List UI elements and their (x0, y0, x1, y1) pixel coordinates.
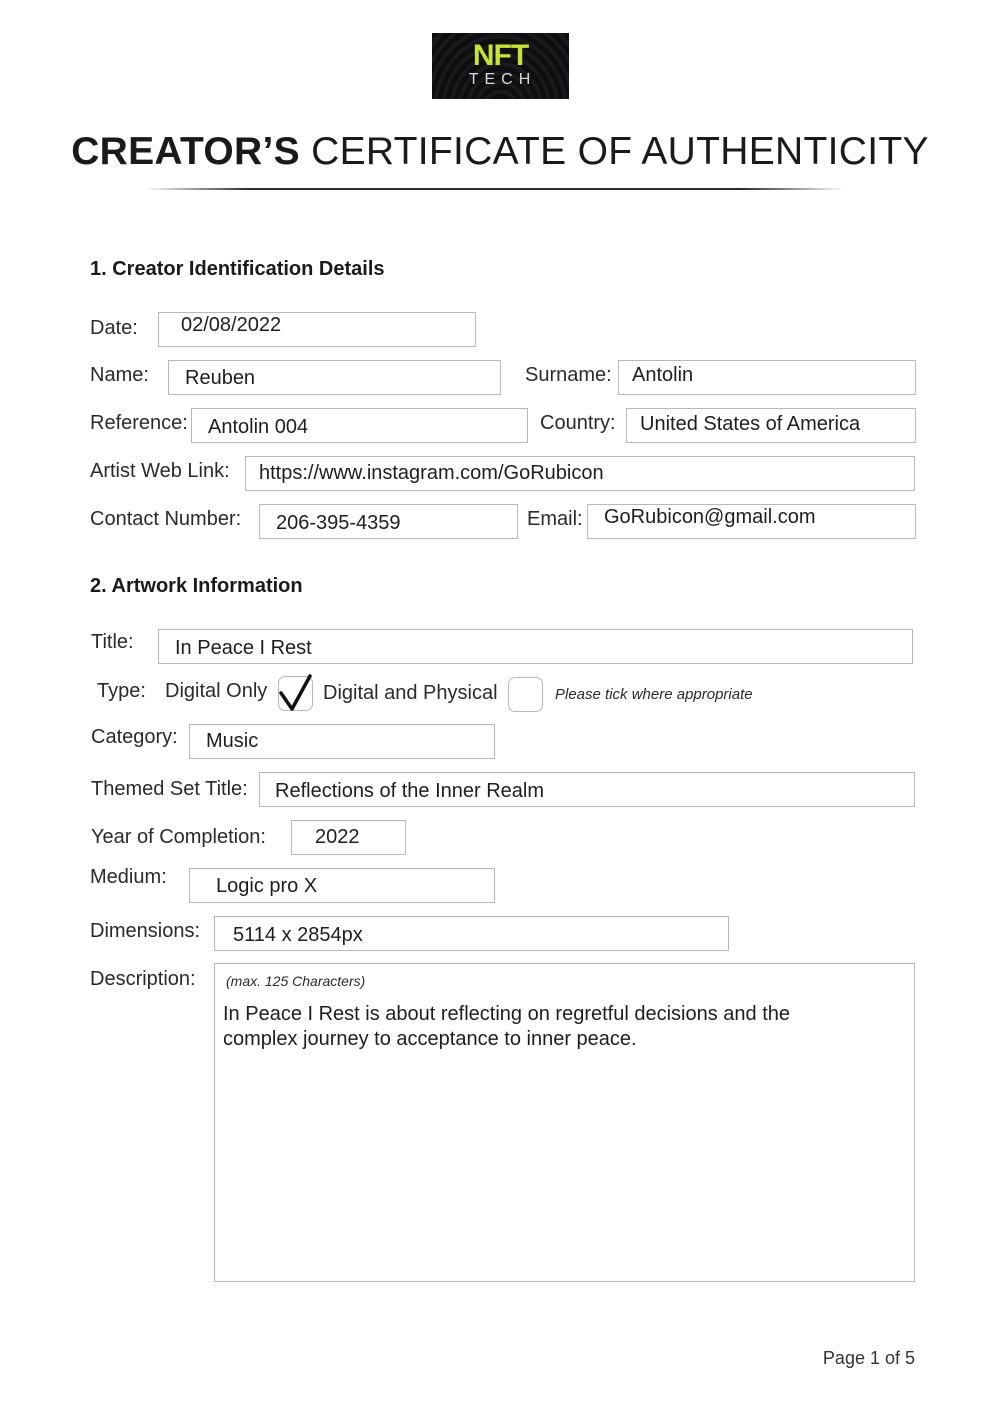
section-heading-artwork: 2. Artwork Information (90, 575, 303, 597)
country-label: Country: (540, 412, 616, 434)
reference-field[interactable]: Antolin 004 (191, 408, 528, 443)
description-textarea[interactable]: (max. 125 Characters) In Peace I Rest is… (214, 963, 915, 1282)
page-title: CREATOR’S CERTIFICATE OF AUTHENTICITY (0, 128, 1000, 176)
title-label: Title: (91, 631, 134, 653)
name-label: Name: (90, 364, 149, 386)
digital-only-checkbox[interactable] (278, 674, 313, 711)
themed-set-title-field[interactable]: Reflections of the Inner Realm (259, 772, 915, 807)
page-title-bold: CREATOR’S (71, 130, 300, 173)
artwork-title-field[interactable]: In Peace I Rest (158, 629, 913, 664)
logo-text-nft: NFT (472, 39, 529, 72)
digital-and-physical-checkbox[interactable] (508, 677, 543, 712)
dimensions-label: Dimensions: (90, 920, 201, 942)
medium-field[interactable]: Logic pro X (189, 868, 495, 903)
surname-label: Surname: (525, 364, 612, 386)
contact-number-label: Contact Number: (90, 508, 242, 530)
logo-text-tech: TECH (468, 71, 537, 88)
category-label: Category: (91, 726, 178, 748)
country-field[interactable]: United States of America (626, 408, 916, 443)
medium-label: Medium: (90, 866, 167, 888)
year-of-completion-field[interactable]: 2022 (291, 820, 406, 855)
date-field[interactable]: 02/08/2022 (158, 312, 476, 347)
category-field[interactable]: Music (189, 724, 495, 759)
year-of-completion-label: Year of Completion: (91, 826, 266, 848)
name-field[interactable]: Reuben (168, 360, 501, 395)
date-label: Date: (90, 317, 138, 339)
nft-tech-logo: NFT TECH (432, 33, 569, 99)
description-hint: (max. 125 Characters) (226, 973, 366, 989)
web-link-label: Artist Web Link: (90, 460, 230, 482)
type-hint: Please tick where appropriate (555, 686, 753, 703)
page-title-rest: CERTIFICATE OF AUTHENTICITY (299, 130, 929, 173)
reference-label: Reference: (90, 412, 188, 434)
email-label: Email: (527, 508, 583, 530)
description-label: Description: (90, 968, 196, 990)
surname-field[interactable]: Antolin (618, 360, 916, 395)
title-divider (145, 188, 845, 190)
dimensions-field[interactable]: 5114 x 2854px (214, 916, 729, 951)
contact-number-field[interactable]: 206-395-4359 (259, 504, 518, 539)
web-link-field[interactable]: https://www.instagram.com/GoRubicon (245, 456, 915, 491)
type-option-digital-physical-label: Digital and Physical (323, 682, 498, 704)
themed-set-title-label: Themed Set Title: (91, 778, 248, 800)
type-label: Type: (97, 680, 146, 702)
email-field[interactable]: GoRubicon@gmail.com (587, 504, 916, 539)
type-option-digital-only-label: Digital Only (165, 680, 268, 702)
page-number: Page 1 of 5 (822, 1348, 915, 1368)
section-heading-creator: 1. Creator Identification Details (90, 258, 385, 280)
checkmark-icon (279, 674, 312, 711)
description-text: In Peace I Rest is about reflecting on r… (223, 1003, 791, 1050)
